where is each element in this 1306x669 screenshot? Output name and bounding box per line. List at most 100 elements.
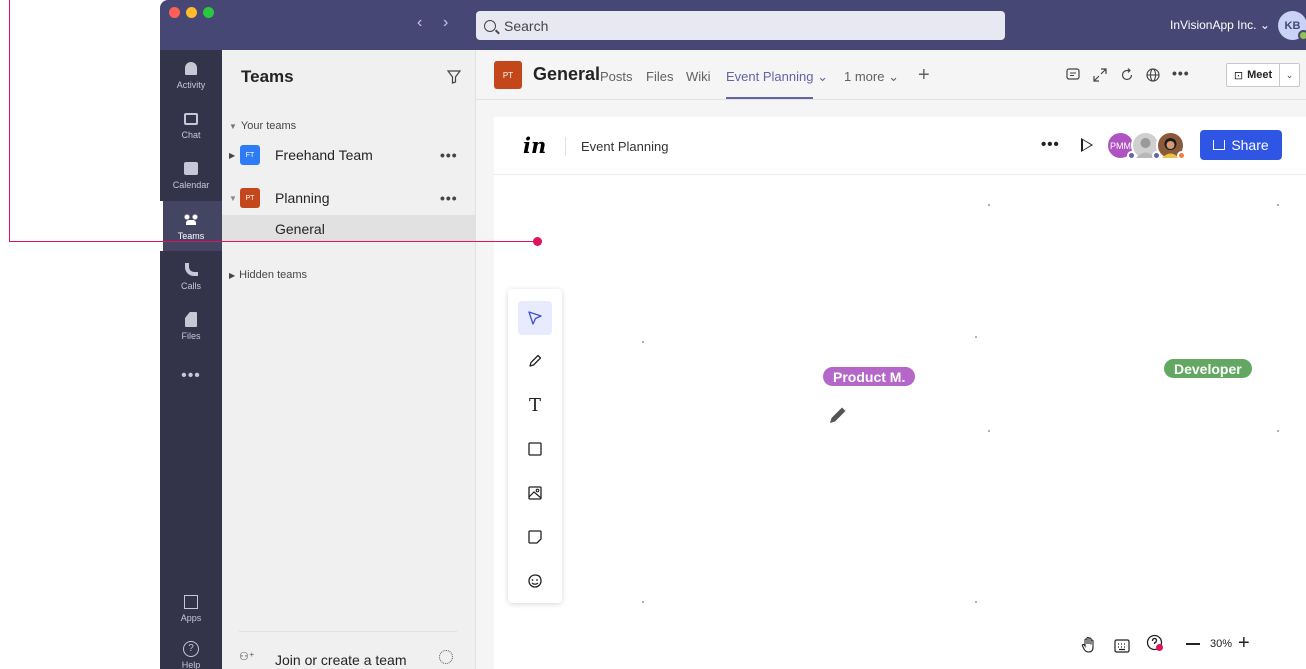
channel-name: General — [275, 221, 325, 237]
rectangle-tool-button[interactable] — [518, 432, 552, 466]
apps-icon — [183, 594, 199, 610]
zoom-window-button[interactable] — [203, 7, 214, 18]
team-more-button[interactable]: ••• — [440, 190, 458, 206]
teams-panel-title: Teams — [241, 67, 294, 86]
forward-arrow-icon[interactable]: › — [443, 14, 448, 32]
share-button[interactable]: Share — [1200, 130, 1282, 160]
zoom-in-button[interactable]: + — [1238, 633, 1250, 653]
tab-files[interactable]: Files — [646, 69, 673, 84]
rail-item-label: Apps — [180, 612, 202, 623]
tab-wiki[interactable]: Wiki — [686, 69, 711, 84]
rail-item-teams[interactable]: Teams — [160, 201, 222, 251]
grid-dot — [1277, 204, 1279, 206]
rail-item-chat[interactable]: Chat — [160, 100, 222, 150]
search-input[interactable]: Search — [476, 11, 1005, 40]
zoom-out-button[interactable] — [1186, 643, 1200, 645]
rail-item-calls[interactable]: Calls — [160, 251, 222, 301]
grid-dot — [988, 204, 990, 206]
rail-item-label: Calendar — [172, 179, 210, 190]
app-rail: Activity Chat Calendar Teams Calls Files — [160, 50, 222, 669]
meet-button[interactable]: ⊡ Meet — [1226, 63, 1280, 87]
sticker-tool-button[interactable] — [518, 564, 552, 598]
rail-more-button[interactable]: ••• — [160, 351, 222, 401]
grid-dot — [1277, 430, 1279, 432]
hidden-teams-header[interactable]: ▶ Hidden teams — [229, 269, 307, 281]
annotation-dot — [533, 237, 542, 246]
sticky-note-tool-button[interactable] — [518, 520, 552, 554]
rail-item-label: Chat — [181, 129, 201, 140]
tab-posts[interactable]: Posts — [600, 69, 633, 84]
refresh-icon[interactable] — [1120, 68, 1134, 82]
add-tab-button[interactable]: + — [918, 64, 930, 87]
bell-icon — [183, 61, 199, 77]
globe-icon[interactable] — [1146, 68, 1160, 82]
close-window-button[interactable] — [169, 7, 180, 18]
conversation-icon[interactable] — [1066, 68, 1080, 82]
chevron-down-icon: ⌄ — [888, 69, 899, 84]
chevron-down-icon: ⌄ — [817, 69, 828, 84]
rail-item-activity[interactable]: Activity — [160, 50, 222, 100]
team-name: Planning — [275, 190, 330, 206]
rail-item-files[interactable]: Files — [160, 301, 222, 351]
rail-item-calendar[interactable]: Calendar — [160, 150, 222, 200]
more-options-button[interactable]: ••• — [1041, 136, 1060, 153]
help-icon: ? — [183, 640, 199, 657]
rail-item-label: Calls — [180, 280, 201, 291]
collaborator-cursor-label: Developer — [1164, 359, 1252, 378]
filter-icon[interactable] — [447, 70, 461, 84]
rail-item-label: Files — [181, 330, 201, 341]
gear-icon[interactable] — [439, 650, 453, 664]
zoom-level: 30% — [1210, 638, 1233, 650]
tab-more[interactable]: 1 more ⌄ — [844, 69, 899, 85]
help-icon[interactable] — [1146, 634, 1164, 655]
grid-dot — [988, 430, 990, 432]
team-name: Freehand Team — [275, 147, 373, 163]
teams-icon — [183, 212, 199, 228]
chevron-down-icon: ⌄ — [1285, 69, 1294, 80]
rail-item-label: Teams — [177, 230, 205, 241]
channel-general[interactable]: General — [222, 215, 475, 242]
caret-right-icon: ▶ — [229, 150, 236, 160]
back-arrow-icon[interactable]: ‹ — [417, 14, 422, 32]
desktop-margin — [0, 0, 160, 669]
team-tile-icon: FT — [240, 145, 260, 165]
hand-pan-icon[interactable] — [1081, 636, 1097, 654]
collaborator-avatar[interactable] — [1156, 131, 1186, 160]
team-more-button[interactable]: ••• — [440, 147, 458, 163]
annotation-line — [9, 241, 537, 242]
keyboard-icon[interactable] — [1114, 639, 1130, 653]
rail-item-apps[interactable]: Apps — [160, 583, 222, 633]
expand-icon[interactable] — [1093, 68, 1107, 82]
screen: ‹ › Search InVisionApp Inc. ⌄ KB Activit… — [0, 0, 1306, 669]
text-icon: T — [528, 394, 541, 416]
active-tab-indicator — [726, 97, 813, 99]
org-name: InVisionApp Inc. — [1170, 18, 1257, 32]
teams-list-panel: Teams ▼ Your teams ▶ FT Freehand Team •••… — [222, 50, 476, 669]
minimize-window-button[interactable] — [186, 7, 197, 18]
chevron-down-icon: ⌄ — [1259, 18, 1270, 32]
sticky-note-icon — [528, 530, 542, 544]
org-switcher[interactable]: InVisionApp Inc. ⌄ — [1170, 18, 1270, 32]
meet-dropdown-button[interactable]: ⌄ — [1280, 63, 1300, 87]
text-tool-button[interactable]: T — [518, 388, 552, 422]
pen-icon — [529, 354, 542, 367]
file-icon — [183, 312, 199, 328]
rail-item-help[interactable]: ? Help — [160, 630, 222, 669]
more-options-button[interactable]: ••• — [1172, 65, 1190, 81]
freehand-whiteboard[interactable]: in Event Planning ••• PMM Share T Produc… — [494, 117, 1306, 669]
join-create-team-link[interactable]: Join or create a team — [275, 652, 407, 668]
present-play-icon[interactable] — [1081, 138, 1093, 152]
pointer-tool-button[interactable] — [518, 301, 552, 335]
team-freehand[interactable]: ▶ FT Freehand Team ••• — [222, 139, 475, 171]
user-avatar[interactable]: KB — [1278, 11, 1306, 41]
grid-dot — [642, 601, 644, 603]
image-tool-button[interactable] — [518, 476, 552, 510]
pen-tool-button[interactable] — [518, 344, 552, 378]
rail-item-label: Activity — [176, 79, 206, 90]
team-planning[interactable]: ▼ PT Planning ••• — [222, 182, 475, 214]
presence-available-icon — [1298, 30, 1306, 41]
grid-dot — [975, 601, 977, 603]
tab-event-planning[interactable]: Event Planning ⌄ — [726, 69, 828, 85]
your-teams-header[interactable]: ▼ Your teams — [229, 120, 296, 132]
rectangle-icon — [528, 442, 542, 456]
